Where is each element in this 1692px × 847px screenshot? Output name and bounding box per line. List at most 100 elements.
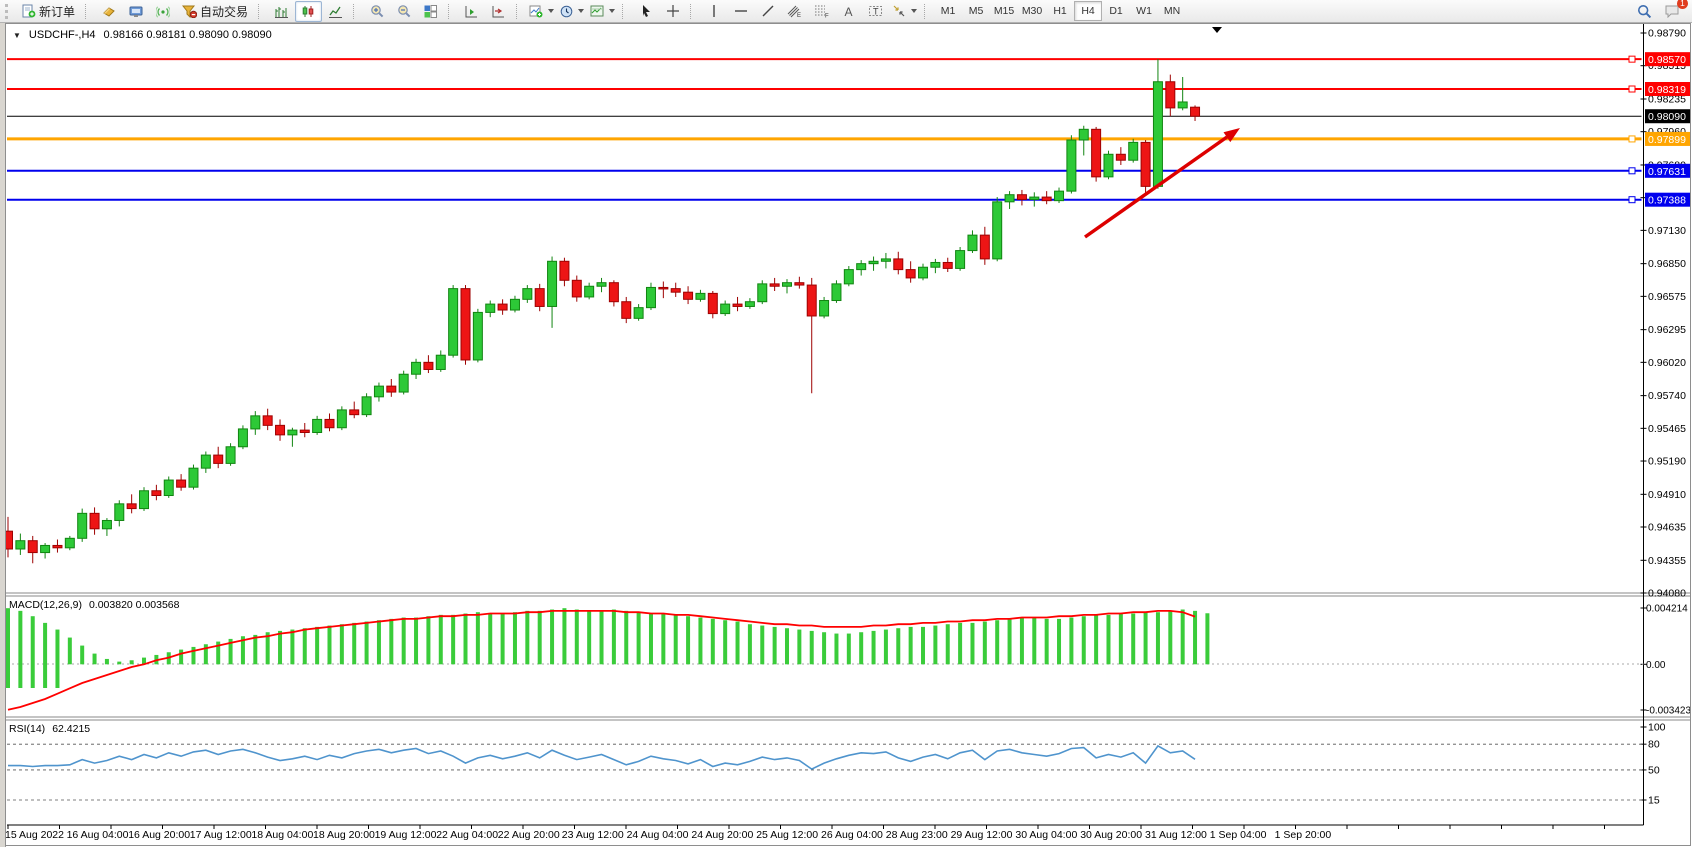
macd-tick-label: 0.00: [1646, 660, 1666, 671]
candle-body: [1141, 142, 1150, 186]
level-handle-0.97388[interactable]: [1629, 197, 1635, 203]
timeframe-d1[interactable]: D1: [1102, 1, 1130, 21]
channel-button[interactable]: E: [781, 1, 808, 22]
macd-histogram-bar: [1094, 615, 1098, 664]
chart-shift-button[interactable]: [485, 1, 512, 22]
macd-histogram-bar: [736, 622, 740, 665]
macd-histogram-bar: [1131, 614, 1135, 665]
candle-body: [795, 283, 804, 285]
candle-body: [832, 284, 841, 301]
zoom-out-button[interactable]: [390, 1, 417, 22]
candle-body: [758, 284, 767, 302]
macd-histogram-bar: [31, 616, 35, 688]
horizontal-line-button[interactable]: [727, 1, 754, 22]
zoom-in-button[interactable]: [363, 1, 390, 22]
crosshair-button[interactable]: [659, 1, 686, 22]
time-axis-label: 19 Aug 12:00: [375, 829, 437, 841]
candle-body: [659, 287, 668, 289]
chart-line-button[interactable]: [322, 1, 349, 22]
new-order-button[interactable]: 新订单: [16, 1, 81, 22]
price-tick-label: 0.98790: [1648, 28, 1686, 40]
level-handle-0.98570[interactable]: [1629, 56, 1635, 62]
periods-dropdown-arrow[interactable]: [578, 9, 584, 13]
text-button[interactable]: A: [835, 1, 862, 22]
chart-area[interactable]: 0.987900.985150.982350.979600.976800.974…: [6, 24, 1690, 845]
zoom-out-icon: [397, 4, 411, 18]
macd-histogram-bar: [1069, 618, 1073, 665]
candle-body: [53, 545, 62, 547]
macd-histogram-bar: [587, 611, 591, 664]
macd-histogram-bar: [525, 611, 529, 664]
marketplace-button[interactable]: [95, 1, 122, 22]
terminal-button[interactable]: [122, 1, 149, 22]
candle-body: [993, 202, 1002, 259]
level-handle-0.98319[interactable]: [1629, 86, 1635, 92]
periods-button[interactable]: [557, 1, 587, 22]
time-axis-label: 23 Aug 12:00: [562, 829, 624, 841]
autotrading-funnel-icon: [182, 5, 197, 18]
macd-histogram-bar: [674, 615, 678, 664]
macd-histogram-bar: [105, 659, 109, 664]
autotrading-label: 自动交易: [200, 3, 248, 20]
chart-candles-button[interactable]: [295, 1, 322, 22]
level-handle-0.97899[interactable]: [1629, 136, 1635, 142]
toolbar: 新订单 自动交易: [0, 0, 1692, 23]
autotrading-button[interactable]: 自动交易: [176, 1, 254, 22]
macd-values: 0.003820 0.003568: [89, 599, 180, 611]
indicators-dropdown-arrow[interactable]: [548, 9, 554, 13]
macd-histogram-bar: [1119, 614, 1123, 665]
vertical-line-button[interactable]: [700, 1, 727, 22]
candle-body: [560, 261, 569, 280]
indicators-button[interactable]: [526, 1, 557, 22]
templates-dropdown-arrow[interactable]: [609, 9, 615, 13]
macd-histogram-bar: [476, 612, 480, 664]
timeframe-h4[interactable]: H4: [1074, 1, 1102, 21]
timeframe-w1[interactable]: W1: [1130, 1, 1158, 21]
chart-window: 0.987900.985150.982350.979600.976800.974…: [5, 23, 1691, 846]
macd-histogram-bar: [698, 618, 702, 665]
tile-windows-button[interactable]: [417, 1, 444, 22]
bar-chart-icon: [275, 5, 288, 18]
chart-ohlc: 0.98166 0.98181 0.98090 0.98090: [104, 29, 272, 41]
candle-body: [362, 397, 371, 415]
trendline-button[interactable]: [754, 1, 781, 22]
macd-histogram-bar: [414, 618, 418, 665]
arrows-dropdown-arrow[interactable]: [911, 9, 917, 13]
price-tick-label: 0.95465: [1648, 423, 1686, 435]
candle-body: [548, 261, 557, 306]
label-button[interactable]: T: [862, 1, 889, 22]
one-click-trading-toggle[interactable]: ▼: [13, 31, 21, 40]
macd-histogram-bar: [723, 620, 727, 664]
timeframe-m15[interactable]: M15: [990, 1, 1018, 21]
arrows-button[interactable]: [889, 1, 920, 22]
macd-histogram-bar: [55, 630, 59, 688]
toolbar-grip[interactable]: [5, 4, 12, 19]
macd-histogram-bar: [909, 627, 913, 664]
timeframe-m5[interactable]: M5: [962, 1, 990, 21]
candle-body: [350, 410, 359, 415]
fibonacci-button[interactable]: F: [808, 1, 835, 22]
signals-button[interactable]: [149, 1, 176, 22]
cursor-button[interactable]: [632, 1, 659, 22]
candle-body: [733, 304, 742, 306]
macd-histogram-bar: [352, 623, 356, 664]
candle-body: [609, 283, 618, 302]
templates-button[interactable]: [587, 1, 618, 22]
price-tick-label: 0.94355: [1648, 555, 1686, 567]
candle-body: [1129, 142, 1138, 160]
macd-histogram-bar: [488, 614, 492, 665]
level-handle-0.97631[interactable]: [1629, 168, 1635, 174]
candle-body: [152, 491, 161, 496]
timeframe-m1[interactable]: M1: [934, 1, 962, 21]
timeframe-mn[interactable]: MN: [1158, 1, 1186, 21]
notifications-button[interactable]: 1: [1658, 1, 1685, 22]
search-button[interactable]: [1631, 1, 1658, 22]
auto-scroll-button[interactable]: [458, 1, 485, 22]
macd-histogram-bar: [933, 626, 937, 665]
candle-body: [263, 416, 272, 426]
timeframe-m30[interactable]: M30: [1018, 1, 1046, 21]
candle-body: [857, 264, 866, 270]
chart-bars-button[interactable]: [268, 1, 295, 22]
timeframe-h1[interactable]: H1: [1046, 1, 1074, 21]
chart-shift-marker[interactable]: [1212, 27, 1222, 33]
